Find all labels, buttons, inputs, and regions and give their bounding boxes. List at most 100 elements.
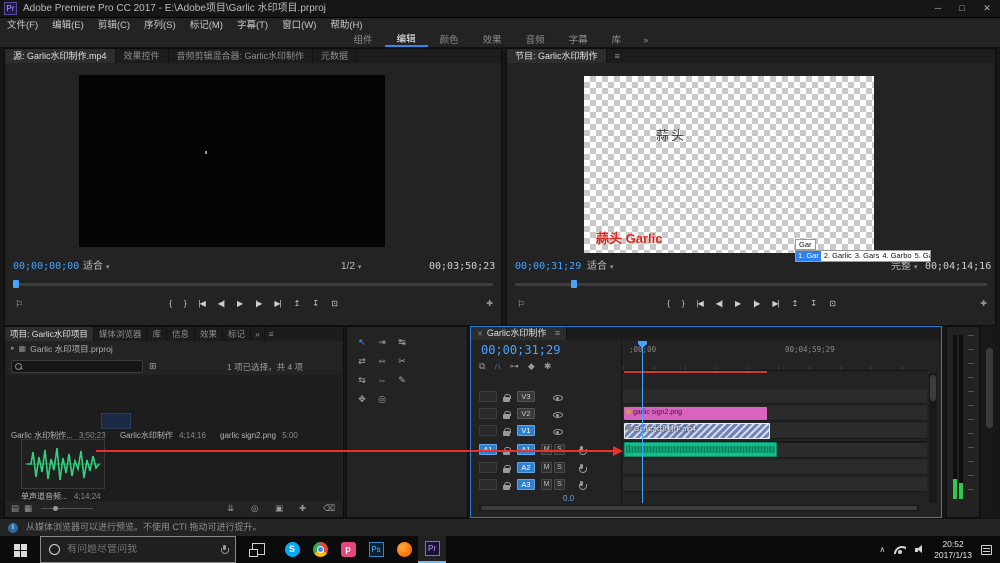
project-search-box[interactable] (11, 360, 143, 373)
workspace-tab-editing[interactable]: 编辑 (384, 33, 428, 47)
tray-chevron-icon[interactable]: ∧ (879, 545, 885, 555)
menu-help[interactable]: 帮助(H) (323, 20, 369, 31)
solo-button[interactable]: S (554, 479, 565, 490)
go-to-in-button[interactable]: |◀ (697, 299, 704, 309)
workspace-tab-audio[interactable]: 音频 (514, 33, 557, 47)
timeline-ruler[interactable]: ;00;00 00;04;59;29 (623, 341, 927, 371)
workspace-tab-titles[interactable]: 字幕 (557, 33, 600, 47)
thumbnail-view-button[interactable]: ▦ (24, 503, 32, 513)
project-root-item[interactable]: Garlic 水印项目.prproj (30, 344, 113, 354)
extract-button[interactable]: ↧ (810, 299, 817, 309)
timeline-tab[interactable]: ✕ Garlic水印制作 ≡ (471, 327, 568, 340)
step-forward-button[interactable]: |▶ (255, 299, 262, 309)
close-button[interactable]: ✕ (974, 3, 1000, 14)
menu-clip[interactable]: 剪辑(C) (91, 20, 137, 31)
scrollbar-thumb[interactable] (481, 506, 917, 510)
mark-in-button[interactable]: { (667, 299, 670, 309)
track-visibility-icon[interactable] (552, 395, 563, 402)
network-icon[interactable] (894, 545, 907, 554)
solo-button[interactable]: S (554, 462, 565, 473)
panel-menu-icon[interactable]: ≡ (265, 327, 278, 341)
slide-tool[interactable]: ⇔ (373, 375, 391, 391)
taskbar-app-skype[interactable]: S (278, 536, 306, 563)
clip-v2-garlic-sign2[interactable]: garlic sign2.png (624, 407, 767, 420)
mark-out-button[interactable]: } (184, 299, 187, 309)
timeline-playhead-line[interactable] (642, 345, 643, 503)
track-target-a3[interactable]: A3 (517, 479, 535, 490)
program-timecode[interactable]: 00;00;31;29 (515, 261, 581, 273)
lock-icon[interactable] (503, 481, 511, 490)
insert-button[interactable]: ↥ (294, 299, 301, 309)
linked-selection-button[interactable]: ⊶ (510, 361, 519, 372)
menu-edit[interactable]: 编辑(E) (45, 20, 91, 31)
delete-button[interactable]: ⌫ (323, 503, 335, 513)
tab-info[interactable]: 信息 (167, 327, 195, 341)
source-patch-v1[interactable] (479, 425, 497, 436)
workspace-tab-libraries[interactable]: 库 (600, 33, 634, 47)
workspace-tab-effects[interactable]: 效果 (471, 33, 514, 47)
action-center-icon[interactable] (981, 544, 992, 555)
minimize-button[interactable]: ─ (926, 3, 950, 14)
lift-button[interactable]: ↥ (792, 299, 799, 309)
step-back-button[interactable]: ◀| (218, 299, 225, 309)
find-button[interactable]: ◎ (251, 503, 258, 513)
tab-metadata[interactable]: 元数据 (313, 49, 358, 63)
menu-markers[interactable]: 标记(M) (183, 20, 230, 31)
snap-button[interactable]: ∩ (494, 361, 500, 372)
panel-menu-icon[interactable]: ≡ (555, 328, 560, 338)
start-button[interactable] (14, 544, 20, 550)
clip-v1-garlic-video[interactable]: Garlic水印制作.mp4 (624, 423, 770, 439)
rolling-edit-tool[interactable]: ⇄ (353, 356, 371, 372)
taskbar-app-premiere[interactable]: Pr (418, 536, 446, 563)
ime-candidate[interactable]: 2. Garlic (824, 251, 852, 261)
add-marker-button[interactable]: ◆ (528, 361, 535, 372)
track-target-v2[interactable]: V2 (517, 408, 535, 419)
hand-tool[interactable]: ✥ (353, 394, 371, 410)
scrollbar-thumb[interactable] (930, 375, 936, 401)
program-resolution-dropdown[interactable]: 完整 ▾ (891, 261, 918, 273)
track-visibility-icon[interactable] (552, 429, 563, 436)
mic-icon[interactable] (221, 545, 229, 554)
voiceover-record-icon[interactable] (578, 480, 587, 490)
source-patch-a3[interactable] (479, 479, 497, 490)
source-scrub-bar[interactable] (5, 279, 501, 289)
taskbar-app-pink-p[interactable]: p (334, 536, 362, 563)
tab-audio-clip-mixer[interactable]: 音频剪辑混合器: Garlic水印制作 (169, 49, 314, 63)
ime-candidate[interactable]: 5. Garmin (915, 251, 930, 261)
step-back-button[interactable]: ◀| (716, 299, 723, 309)
go-to-out-button[interactable]: ▶| (274, 299, 281, 309)
tab-project[interactable]: 项目: Garlic水印项目 (5, 327, 94, 341)
zoom-slider-handle[interactable] (53, 506, 58, 511)
track-select-tool[interactable]: ⇥ (373, 337, 391, 353)
automate-to-sequence-button[interactable]: ⇊ (227, 503, 234, 513)
source-patch-v3[interactable] (479, 391, 497, 402)
twirl-icon[interactable]: ▸ (11, 345, 15, 353)
source-patch-v2[interactable] (479, 408, 497, 419)
ime-candidate-selected[interactable]: 1. Gar (796, 251, 821, 261)
panel-menu-icon[interactable]: ≡ (607, 49, 628, 63)
button-editor-button[interactable]: ✚ (486, 299, 493, 309)
close-icon[interactable]: ✕ (477, 331, 483, 338)
lock-icon[interactable] (503, 427, 511, 436)
volume-icon[interactable] (915, 545, 925, 554)
menu-window[interactable]: 窗口(W) (275, 20, 323, 31)
taskbar-app-photoshop[interactable]: Ps (362, 536, 390, 563)
timeline-horizontal-scrollbar[interactable] (479, 505, 919, 511)
mute-button[interactable]: M (541, 462, 552, 473)
play-button[interactable]: ▶ (735, 299, 741, 309)
lock-icon[interactable] (503, 464, 511, 473)
app-right-scrollbar[interactable] (982, 326, 998, 518)
menu-sequence[interactable]: 序列(S) (137, 20, 183, 31)
mark-in-button[interactable]: { (169, 299, 172, 309)
menu-titles[interactable]: 字幕(T) (230, 20, 275, 31)
item-name[interactable]: 单声道音频... (21, 492, 68, 501)
tab-markers[interactable]: 标记 (223, 327, 251, 341)
tab-program[interactable]: 节目: Garlic水印制作 (507, 49, 607, 63)
taskbar-clock[interactable]: 20:52 2017/1/13 (934, 539, 972, 560)
workspace-overflow-icon[interactable]: » (633, 33, 658, 47)
timeline-settings-button[interactable]: ✱ (544, 361, 552, 372)
track-target-v3[interactable]: V3 (517, 391, 535, 402)
source-resolution-dropdown[interactable]: 1/2 ▾ (341, 261, 361, 273)
workspace-tab-color[interactable]: 颜色 (428, 33, 471, 47)
list-view-button[interactable]: ▤ (11, 503, 19, 513)
